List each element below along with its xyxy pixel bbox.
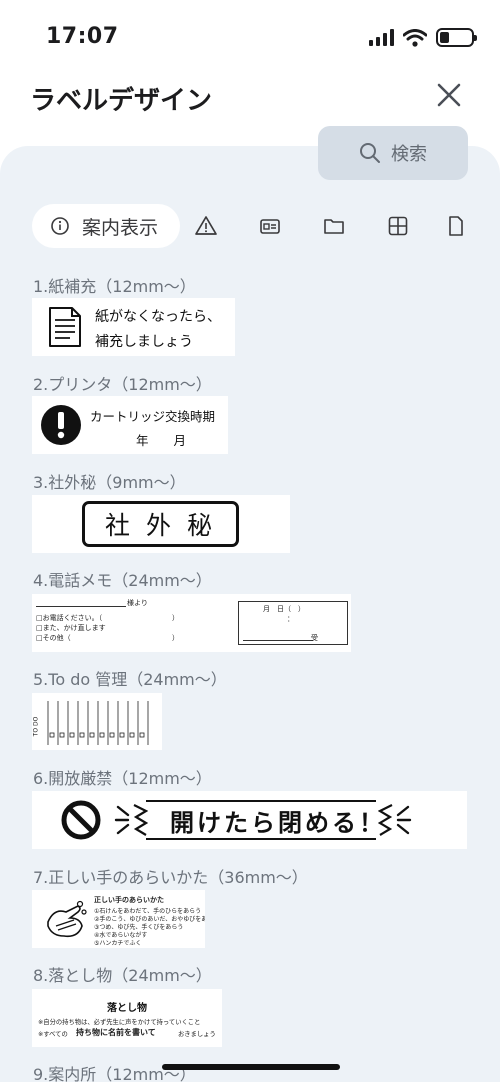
document-icon[interactable] [444,214,468,238]
wifi-icon [403,28,427,47]
label-line-2: 年 月 [136,433,187,448]
label-line-1: カートリッジ交換時期 [90,409,216,424]
label-card-phone-memo[interactable]: 様より □お電話ください。（ ） □また、かけ直します □その他（ ） 月 日（… [32,594,351,652]
keep-closed-text: 開けたら閉める！ [170,809,386,837]
name-underline [36,606,126,607]
label-title-paper-refill: 1.紙補充（12mm～） [33,277,196,296]
tab-info-label: 案内表示 [82,216,159,239]
search-button[interactable]: 検索 [318,126,468,180]
label-title-keep-closed: 6.開放厳禁（12mm～） [33,769,212,788]
search-label: 検索 [391,144,427,165]
folder-icon[interactable] [322,214,346,238]
memo-item-1: □お電話ください。（ [36,614,103,622]
label-line-1: 紙がなくなったら、 [95,309,221,325]
label-title-lost-items: 8.落とし物（24mm～） [33,966,212,985]
memo-paren-1: ） [172,614,179,622]
hand-washing-step: ⑤ハンカチでふく [94,940,142,947]
exclamation-icon [41,405,81,445]
label-title-printer: 2.プリンタ（12mm～） [33,375,212,394]
status-icons [369,28,477,47]
prohibited-icon [61,800,101,840]
close-icon[interactable] [434,80,464,110]
cellular-signal-icon [369,29,394,46]
info-icon [51,217,69,235]
memo-item-2: □また、かけ直します [36,624,106,632]
hand-washing-heading: 正しい手のあらいかた [94,896,164,904]
document-icon [49,307,81,347]
tab-info-display[interactable]: 案内表示 [32,204,181,248]
todo-text: TO DO [32,716,40,737]
todo-grid [47,701,149,745]
memo-paren-2: ） [172,634,179,642]
lost-items-line-2-bold: 持ち物に名前を書いて [76,1028,156,1037]
memo-colon: ： [287,615,294,623]
memo-received: 受 [311,634,318,642]
memo-date: 月 日（ ） [263,605,305,613]
hand-washing-icon [47,900,87,938]
id-card-icon[interactable] [258,214,282,238]
grid-icon[interactable] [386,214,410,238]
label-title-todo: 5.To do 管理（24mm～） [33,670,227,689]
search-icon [360,143,380,163]
memo-sama: 様より [127,599,148,607]
label-card-confidential[interactable]: 社 外 秘 [32,495,290,553]
warning-icon[interactable] [194,214,218,238]
label-title-hand-washing: 7.正しい手のあらいかた（36mm～） [33,868,308,887]
label-card-keep-closed[interactable]: 開けたら閉める！ [32,791,467,849]
label-title-phone-memo: 4.電話メモ（24mm～） [33,571,212,590]
home-indicator [162,1064,340,1070]
confidential-text: 社 外 秘 [82,501,239,547]
lost-items-heading: 落とし物 [107,1003,147,1014]
memo-date-box: 月 日（ ） ： 受 [238,601,348,645]
label-card-hand-washing[interactable]: 正しい手のあらいかた ①石けんをあわだて、手のひらをあらう ②手のこう、ゆびのあ… [32,890,205,948]
status-time: 17:07 [46,24,119,49]
status-bar: 17:07 [0,0,500,70]
battery-icon [436,28,477,47]
label-line-2: 補充しましょう [95,334,193,350]
label-title-confidential: 3.社外秘（9mm～） [33,473,186,492]
category-tabs: 案内表示 [32,204,500,248]
label-card-lost-items[interactable]: 落とし物 ※自分の持ち物は、必ず先生に声をかけて持っていくこと ※すべての 持ち… [32,989,222,1047]
lost-items-line-2-suffix: おきましょう [178,1031,216,1038]
label-card-printer[interactable]: カートリッジ交換時期 年 月 [32,396,228,454]
label-card-paper-refill[interactable]: 紙がなくなったら、 補充しましょう [32,298,235,356]
lost-items-line-1: ※自分の持ち物は、必ず先生に声をかけて持っていくこと [38,1019,201,1026]
page-title: ラベルデザイン [30,86,213,116]
memo-item-3: □その他（ [36,634,71,642]
burst-left-icon [114,804,148,836]
burst-right-icon [378,804,412,836]
lost-items-line-2-prefix: ※すべての [38,1031,68,1038]
label-card-todo[interactable]: TO DO [32,693,162,750]
